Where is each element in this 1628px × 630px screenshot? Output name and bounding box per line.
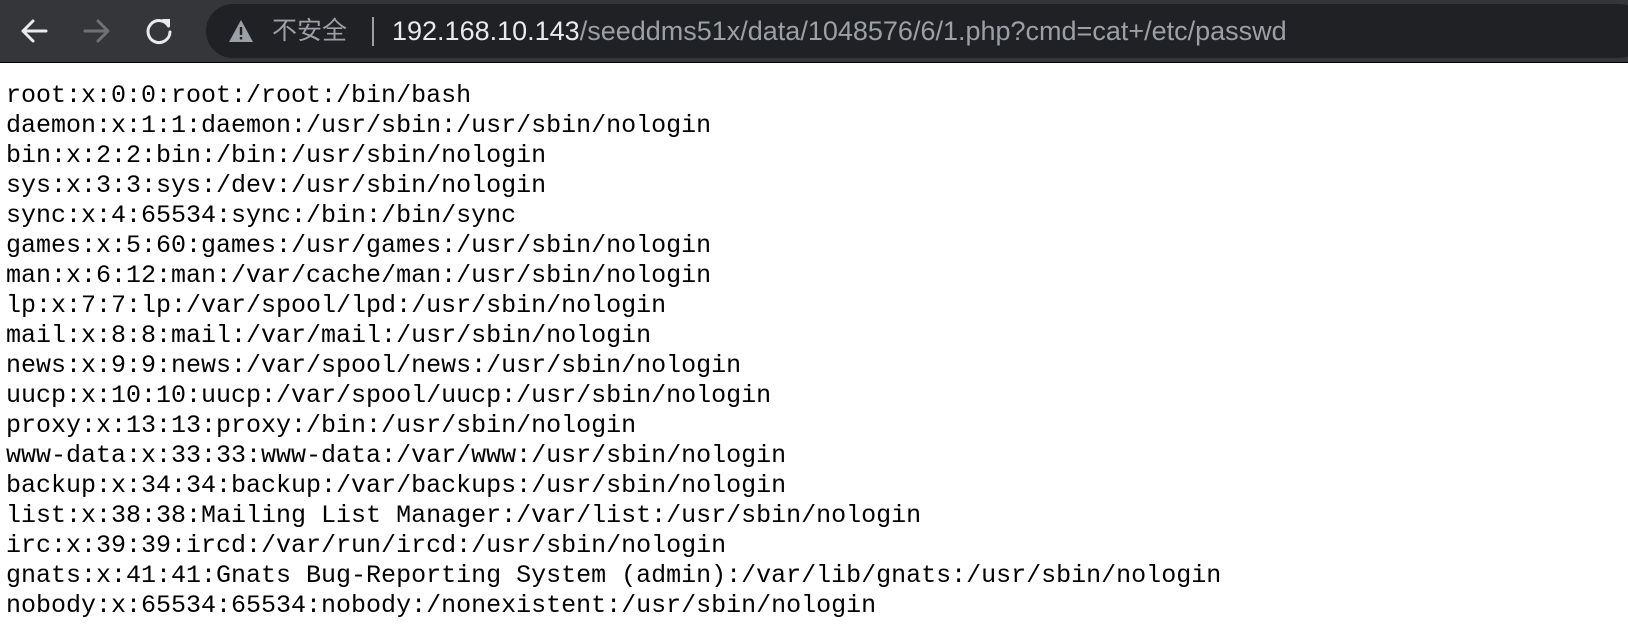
output-line: nobody:x:65534:65534:nobody:/nonexistent… (6, 591, 877, 620)
address-bar[interactable]: 不安全 192.168.10.143/seeddms51x/data/10485… (206, 4, 1628, 58)
reload-icon (146, 19, 172, 45)
output-line: list:x:38:38:Mailing List Manager:/var/l… (6, 501, 922, 530)
output-line: daemon:x:1:1:daemon:/usr/sbin:/usr/sbin/… (6, 111, 712, 140)
output-line: gnats:x:41:41:Gnats Bug-Reporting System… (6, 561, 1222, 590)
page-content: root:x:0:0:root:/root:/bin/bash daemon:x:… (0, 63, 1628, 630)
output-line: sys:x:3:3:sys:/dev:/usr/sbin/nologin (6, 171, 547, 200)
back-button[interactable] (12, 9, 56, 53)
forward-button[interactable] (75, 9, 119, 53)
arrow-right-icon (83, 19, 110, 43)
output-line: mail:x:8:8:mail:/var/mail:/usr/sbin/nolo… (6, 321, 652, 350)
output-line: irc:x:39:39:ircd:/var/run/ircd:/usr/sbin… (6, 531, 727, 560)
output-line: uucp:x:10:10:uucp:/var/spool/uucp:/usr/s… (6, 381, 772, 410)
address-bar-divider (372, 17, 374, 46)
output-line: sync:x:4:65534:sync:/bin:/bin/sync (6, 201, 517, 230)
url-path: /seeddms51x/data/1048576/6/1.php?cmd=cat… (579, 16, 1287, 46)
arrow-left-icon (21, 19, 48, 43)
output-line: games:x:5:60:games:/usr/games:/usr/sbin/… (6, 231, 712, 260)
security-status-label[interactable]: 不安全 (272, 4, 347, 58)
output-line: bin:x:2:2:bin:/bin:/usr/sbin/nologin (6, 141, 547, 170)
reload-button[interactable] (137, 9, 181, 53)
url-text[interactable]: 192.168.10.143/seeddms51x/data/1048576/6… (392, 4, 1287, 58)
url-host: 192.168.10.143 (392, 16, 580, 46)
output-line: news:x:9:9:news:/var/spool/news:/usr/sbi… (6, 351, 742, 380)
command-output: root:x:0:0:root:/root:/bin/bash daemon:x:… (6, 81, 1221, 621)
output-line: backup:x:34:34:backup:/var/backups:/usr/… (6, 471, 787, 500)
output-line: root:x:0:0:root:/root:/bin/bash (6, 81, 472, 110)
output-line: proxy:x:13:13:proxy:/bin:/usr/sbin/nolog… (6, 411, 637, 440)
output-line: www-data:x:33:33:www-data:/var/www:/usr/… (6, 441, 787, 470)
browser-toolbar: 不安全 192.168.10.143/seeddms51x/data/10485… (0, 0, 1628, 62)
output-line: lp:x:7:7:lp:/var/spool/lpd:/usr/sbin/nol… (6, 291, 667, 320)
output-line: man:x:6:12:man:/var/cache/man:/usr/sbin/… (6, 261, 712, 290)
warning-triangle-icon (229, 20, 253, 42)
